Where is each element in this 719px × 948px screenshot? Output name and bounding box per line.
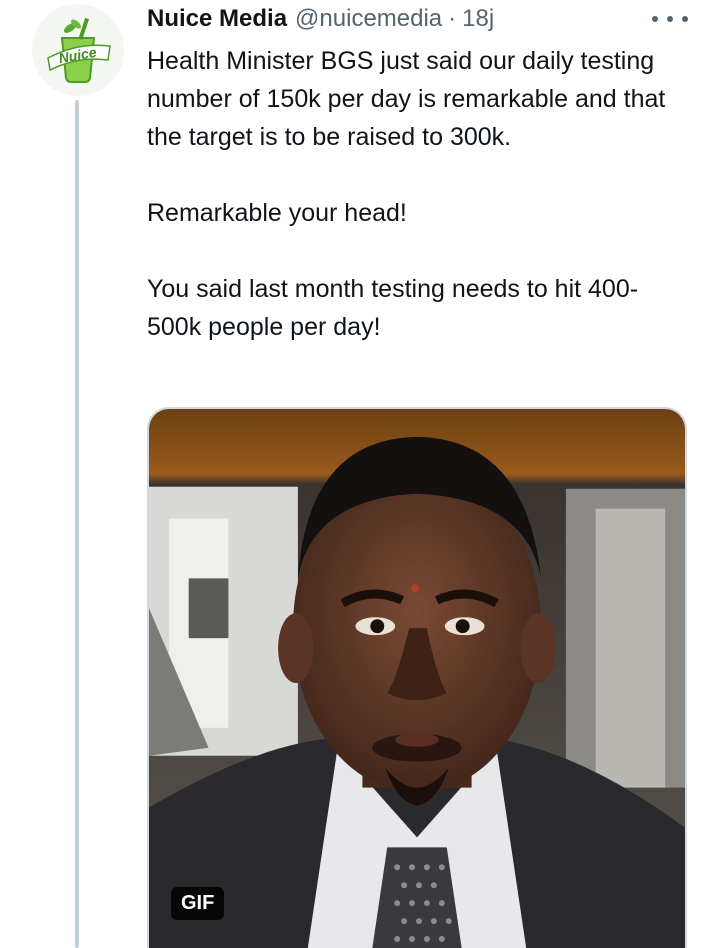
author-name[interactable]: Nuice Media	[147, 5, 287, 33]
more-horizontal-icon-dot	[667, 16, 673, 22]
tweet-paragraph: Remarkable your head!	[147, 199, 407, 227]
tweet-header: Nuice Media @nuicemedia · 18j	[147, 4, 494, 34]
author-handle[interactable]: @nuicemedia	[295, 5, 442, 33]
tweet[interactable]: Nuice Nuice Media @nuicemedia · 18j Heal…	[0, 0, 719, 948]
tweet-paragraph: Health Minister BGS just said our daily …	[147, 47, 666, 151]
gif-image	[149, 409, 685, 948]
more-horizontal-icon-dot	[682, 16, 688, 22]
more-horizontal-icon	[652, 16, 658, 22]
gif-media[interactable]: GIF	[147, 407, 687, 948]
more-options-button[interactable]	[652, 10, 688, 28]
tweet-paragraph: You said last month testing needs to hit…	[147, 275, 639, 341]
avatar[interactable]: Nuice	[32, 4, 124, 96]
separator-dot: ·	[448, 5, 457, 32]
nuice-logo-icon: Nuice	[47, 17, 111, 83]
gif-badge: GIF	[171, 887, 225, 920]
thread-line	[75, 100, 79, 948]
timestamp[interactable]: 18j	[462, 5, 494, 33]
tweet-text: Health Minister BGS just said our daily …	[147, 42, 687, 346]
